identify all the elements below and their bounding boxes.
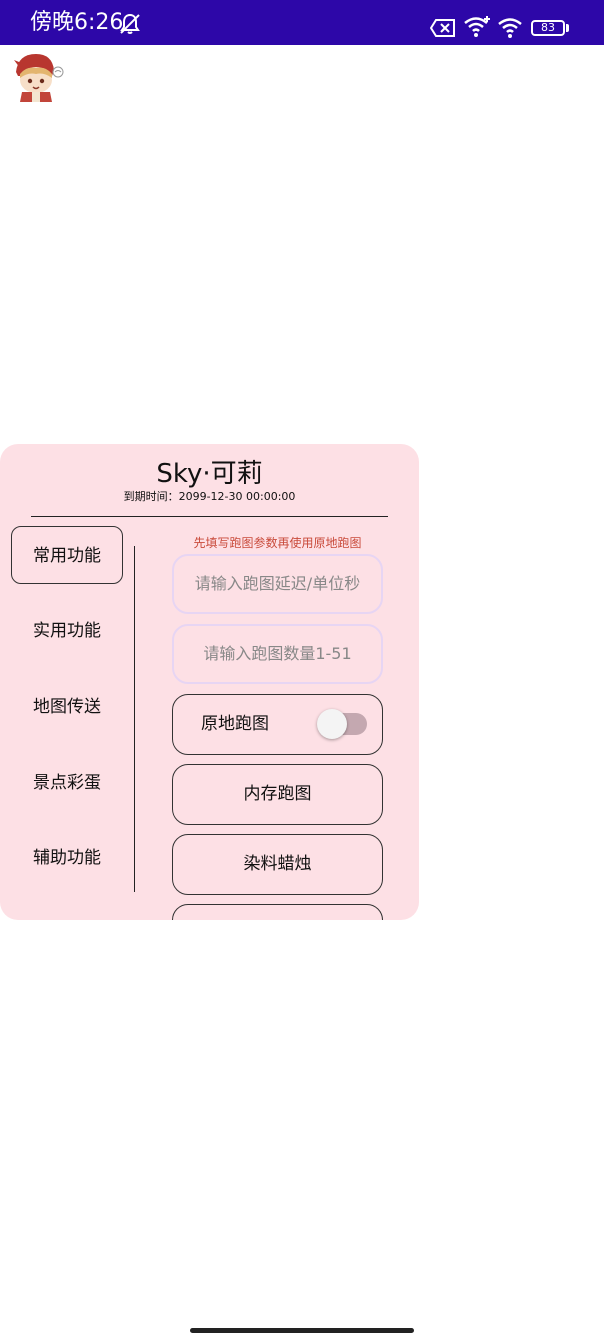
dye-candle-button[interactable]: 染料蜡烛 [172, 834, 383, 895]
nav-item-practical[interactable]: 实用功能 [11, 602, 123, 660]
status-time: 傍晚6:26 [30, 10, 124, 35]
nav-item-map-teleport[interactable]: 地图传送 [11, 678, 123, 736]
menu-panel: Sky·可莉 到期时间：2099-12-30 00:00:00 常用功能 实用功… [0, 444, 419, 920]
battery-tip [566, 24, 569, 32]
battery-level: 83 [541, 21, 555, 34]
nav-item-scenic-eggs[interactable]: 景点彩蛋 [11, 754, 123, 812]
bell-off-icon [120, 13, 140, 34]
in-place-run-label: 原地跑图 [201, 714, 269, 734]
delay-input[interactable]: 请输入跑图延迟/单位秒 [172, 554, 383, 614]
no-sim-icon [430, 19, 455, 37]
panel-title: Sky·可莉 [156, 459, 263, 489]
home-indicator[interactable] [190, 1328, 414, 1333]
toggle-thumb[interactable] [317, 709, 347, 739]
memory-run-button[interactable]: 内存跑图 [172, 764, 383, 825]
status-bar: 傍晚6:26 83 [0, 0, 604, 45]
hint-text: 先填写跑图参数再使用原地跑图 [193, 536, 362, 550]
expiry-time: 到期时间：2099-12-30 00:00:00 [123, 490, 296, 503]
in-place-run-toggle-row[interactable]: 原地跑图 [172, 694, 383, 755]
nav-item-common[interactable]: 常用功能 [11, 526, 123, 584]
header-divider [31, 516, 388, 517]
wifi-icon [498, 18, 522, 38]
nav-item-assist[interactable]: 辅助功能 [11, 829, 123, 887]
count-input[interactable]: 请输入跑图数量1-51 [172, 624, 383, 684]
sidebar-divider [134, 546, 135, 892]
next-button-partial[interactable] [172, 904, 383, 920]
battery-icon: 83 [531, 20, 565, 36]
wifi-icon [464, 16, 490, 37]
floating-avatar-icon[interactable] [8, 50, 64, 104]
